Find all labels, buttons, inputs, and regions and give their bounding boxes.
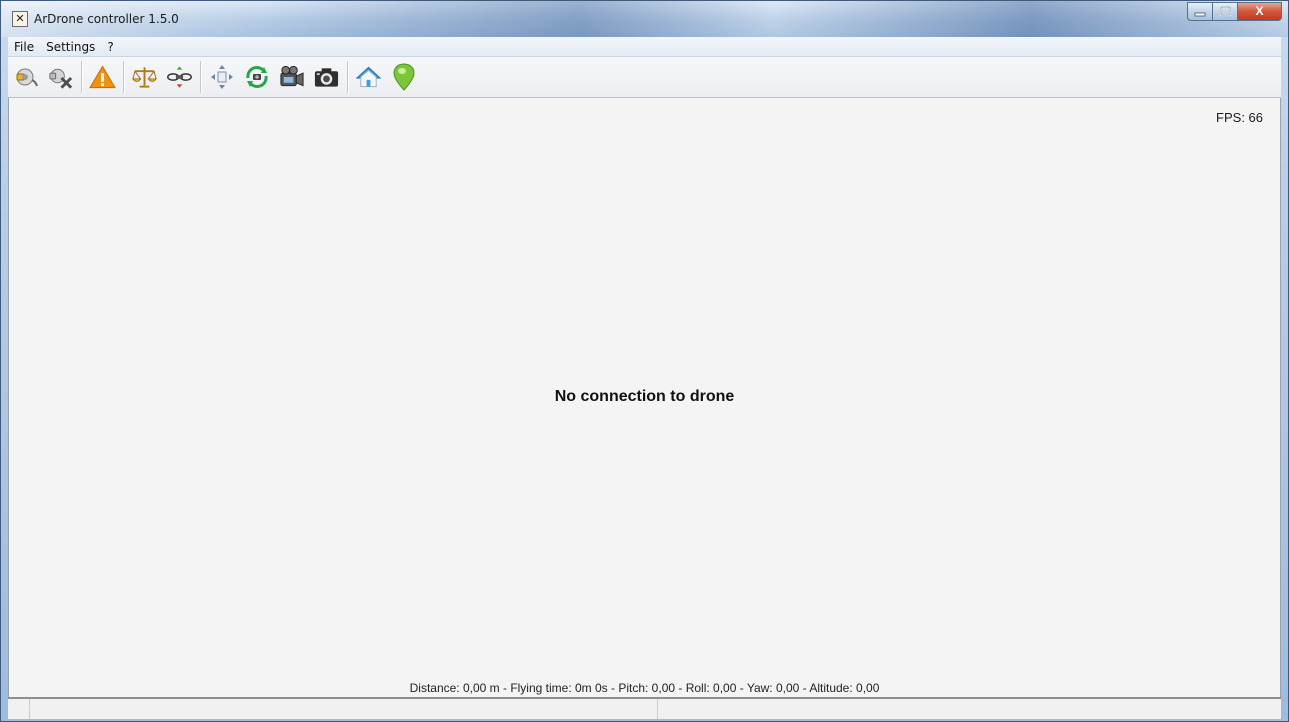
menu-file[interactable]: File [8,40,40,54]
location-button[interactable] [390,61,417,93]
minimize-button[interactable] [1187,2,1213,21]
emergency-warning-icon [89,65,116,89]
toolbar-separator [123,61,124,93]
close-button[interactable]: X [1238,2,1282,21]
video-camera-icon [280,65,304,87]
connect-plug-icon [16,68,38,87]
home-button[interactable] [355,61,382,93]
toolbar [8,57,1281,98]
home-icon [355,66,382,88]
switch-camera-icon [245,66,268,88]
window-title: ArDrone controller 1.5.0 [34,12,179,26]
title-bar[interactable]: ✕ ArDrone controller 1.5.0 X [1,1,1288,37]
photo-button[interactable] [313,61,340,93]
connection-status-message: No connection to drone [554,388,735,405]
move-arrows-icon [210,65,233,89]
menu-bar: File Settings ? [8,37,1281,57]
app-window: ✕ ArDrone controller 1.5.0 X File Settin… [0,0,1289,722]
flat-trim-balance-icon [131,67,158,88]
drone-altitude-icon [167,66,192,88]
toolbar-separator [81,61,82,93]
telemetry-readout: Distance: 0,00 m - Flying time: 0m 0s - … [409,681,880,695]
window-controls: X [1187,2,1282,22]
switch-camera-button[interactable] [243,61,270,93]
flat-trim-button[interactable] [131,61,158,93]
video-record-button[interactable] [278,61,305,93]
status-cell [30,699,658,719]
status-bar [8,697,1281,719]
fps-counter: FPS: 66 [1216,110,1263,125]
menu-help[interactable]: ? [101,40,119,54]
move-button[interactable] [208,61,235,93]
maximize-button[interactable] [1213,2,1238,21]
photo-camera-icon [314,68,339,87]
disconnect-button[interactable] [47,61,74,93]
menu-settings[interactable]: Settings [40,40,101,54]
status-cell [8,699,30,719]
status-cell [658,699,1281,719]
disconnect-plug-icon [49,68,73,89]
emergency-button[interactable] [89,61,116,93]
drone-altitude-button[interactable] [166,61,193,93]
toolbar-separator [200,61,201,93]
toolbar-separator [347,61,348,93]
map-pin-icon [392,63,415,91]
connect-button[interactable] [12,61,39,93]
video-area: FPS: 66 No connection to drone Distance:… [8,98,1281,697]
app-icon[interactable]: ✕ [12,11,28,27]
